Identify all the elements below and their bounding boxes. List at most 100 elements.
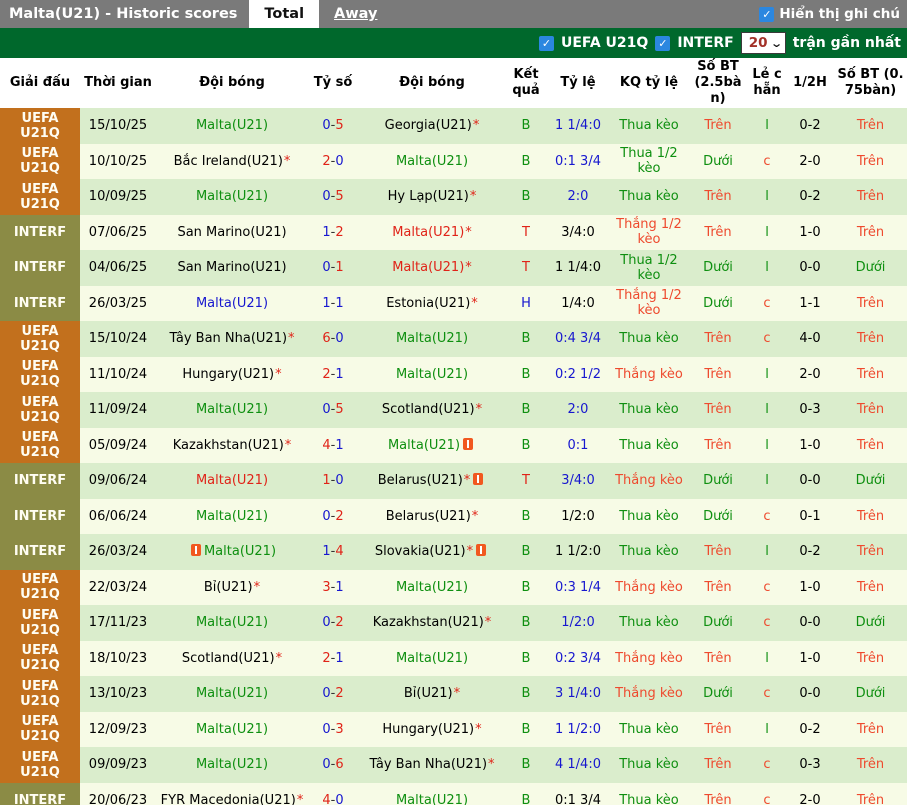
home-team-cell: Malta(U21) <box>156 463 308 499</box>
odds-value: 2:0 <box>568 189 589 204</box>
team-name[interactable]: Georgia(U21) <box>385 118 472 133</box>
team-name[interactable]: Bắc Ireland(U21) <box>174 154 283 169</box>
away-score: 0 <box>335 154 343 169</box>
team-name[interactable]: Hungary(U21) <box>382 722 474 737</box>
odds-value: 3/4:0 <box>561 225 595 240</box>
uefa-u21q-checkbox[interactable]: ✓ <box>539 36 554 51</box>
team-name[interactable]: Malta(U21) <box>204 544 276 559</box>
team-name[interactable]: Scotland(U21) <box>182 651 275 666</box>
team-name[interactable]: Bỉ(U21) <box>204 580 253 595</box>
team-name[interactable]: Scotland(U21) <box>382 402 475 417</box>
team-name[interactable]: Malta(U21) <box>196 118 268 133</box>
tab-total[interactable]: Total <box>249 0 319 28</box>
team-name[interactable]: Malta(U21) <box>396 154 468 169</box>
col-header-goals-0-75: Số BT (0.75bàn) <box>834 58 907 108</box>
team-name[interactable]: Tây Ban Nha(U21) <box>169 331 287 346</box>
odds-cell: 0:3 1/4 <box>546 570 610 606</box>
odds-value: 2:0 <box>568 402 589 417</box>
team-name[interactable]: Estonia(U21) <box>386 296 470 311</box>
table-header: Giải đấu Thời gian Đội bóng Tỷ số Đội bó… <box>0 58 907 108</box>
odds-cell: 0:4 3/4 <box>546 321 610 357</box>
away-team-cell: Malta(U21)* <box>358 250 506 286</box>
team-name[interactable]: Malta(U21) <box>196 296 268 311</box>
team-name[interactable]: Tây Ban Nha(U21) <box>369 757 487 772</box>
red-card-icon <box>473 473 483 485</box>
star-marker: * <box>465 260 472 275</box>
team-name[interactable]: Slovakia(U21) <box>375 544 466 559</box>
team-name[interactable]: Malta(U21) <box>392 225 464 240</box>
table-row: UEFA U21Q15/10/24Tây Ban Nha(U21)*6-0Mal… <box>0 321 907 357</box>
home-team-cell: Tây Ban Nha(U21)* <box>156 321 308 357</box>
team-name[interactable]: Kazakhstan(U21) <box>173 438 284 453</box>
team-name[interactable]: Malta(U21) <box>196 402 268 417</box>
match-date: 10/09/25 <box>89 189 147 204</box>
team-name[interactable]: Malta(U21) <box>196 473 268 488</box>
goals-2-5-cell: Trên <box>688 570 748 606</box>
team-name[interactable]: Belarus(U21) <box>386 509 471 524</box>
date-cell: 15/10/24 <box>80 321 156 357</box>
league-cell: INTERF <box>0 783 80 805</box>
match-date: 13/10/23 <box>89 686 147 701</box>
goals-2-5-cell: Dưới <box>688 286 748 322</box>
team-name[interactable]: San Marino(U21) <box>177 225 286 240</box>
goals-0-75-cell: Trên <box>834 392 907 428</box>
odds-value: 0:2 1/2 <box>555 367 601 382</box>
team-name[interactable]: Malta(U21) <box>196 722 268 737</box>
odd-even-value: c <box>763 580 770 595</box>
team-name[interactable]: Malta(U21) <box>396 331 468 346</box>
team-name[interactable]: Malta(U21) <box>196 757 268 772</box>
odd-even-value: l <box>765 118 769 133</box>
tab-away[interactable]: Away <box>319 0 392 28</box>
team-name[interactable]: Malta(U21) <box>196 686 268 701</box>
team-name[interactable]: Bỉ(U21) <box>404 686 453 701</box>
match-date: 10/10/25 <box>89 154 147 169</box>
half-time-cell: 0-0 <box>786 250 834 286</box>
match-count-suffix: trận gần nhất <box>793 35 901 51</box>
half-time-cell: 0-0 <box>786 676 834 712</box>
odds-result-cell: Thắng 1/2 kèo <box>610 286 688 322</box>
result-letter: B <box>522 118 531 133</box>
odd-even-value: c <box>763 793 770 805</box>
odds-cell: 1 1/2:0 <box>546 534 610 570</box>
team-name[interactable]: San Marino(U21) <box>177 260 286 275</box>
league-cell: UEFA U21Q <box>0 179 80 215</box>
team-name[interactable]: Malta(U21) <box>396 367 468 382</box>
team-name[interactable]: Malta(U21) <box>388 438 460 453</box>
team-name[interactable]: Belarus(U21) <box>378 473 463 488</box>
home-team-cell: Kazakhstan(U21)* <box>156 428 308 464</box>
half-time-score: 0-2 <box>799 189 820 204</box>
odds-cell: 0:1 3/4 <box>546 783 610 805</box>
team-name[interactable]: Malta(U21) <box>392 260 464 275</box>
team-name[interactable]: Malta(U21) <box>396 793 468 805</box>
odds-cell: 1/4:0 <box>546 286 610 322</box>
interf-checkbox[interactable]: ✓ <box>655 36 670 51</box>
team-name[interactable]: Malta(U21) <box>196 189 268 204</box>
team-name[interactable]: Malta(U21) <box>196 509 268 524</box>
col-header-date: Thời gian <box>80 58 156 108</box>
result-cell: B <box>506 712 546 748</box>
show-notes-checkbox[interactable]: ✓ <box>759 7 774 22</box>
team-name[interactable]: Kazakhstan(U21) <box>373 615 484 630</box>
score-cell: 2-1 <box>308 641 358 677</box>
goals-0-75-cell: Trên <box>834 179 907 215</box>
half-time-score: 0-0 <box>799 473 820 488</box>
half-time-cell: 0-0 <box>786 463 834 499</box>
goals-0-75-cell: Dưới <box>834 250 907 286</box>
half-time-cell: 1-0 <box>786 570 834 606</box>
goals-0-75-cell: Trên <box>834 712 907 748</box>
table-row: INTERF20/06/23FYR Macedonia(U21)*4-0Malt… <box>0 783 907 805</box>
team-name[interactable]: FYR Macedonia(U21) <box>161 793 296 805</box>
team-name[interactable]: Malta(U21) <box>196 615 268 630</box>
score-cell: 0-5 <box>308 179 358 215</box>
team-name[interactable]: Hungary(U21) <box>182 367 274 382</box>
team-name[interactable]: Malta(U21) <box>396 580 468 595</box>
odds-value: 1 1/4:0 <box>555 260 601 275</box>
match-count-select[interactable]: 20 ⌄ <box>741 32 786 54</box>
star-marker: * <box>472 509 479 524</box>
odds-result-value: Thua kèo <box>619 331 679 346</box>
team-name[interactable]: Hy Lạp(U21) <box>388 189 469 204</box>
score-cell: 0-5 <box>308 108 358 144</box>
odds-cell: 1 1/2:0 <box>546 712 610 748</box>
team-name[interactable]: Malta(U21) <box>396 651 468 666</box>
odds-result-value: Thắng 1/2 kèo <box>616 288 682 318</box>
